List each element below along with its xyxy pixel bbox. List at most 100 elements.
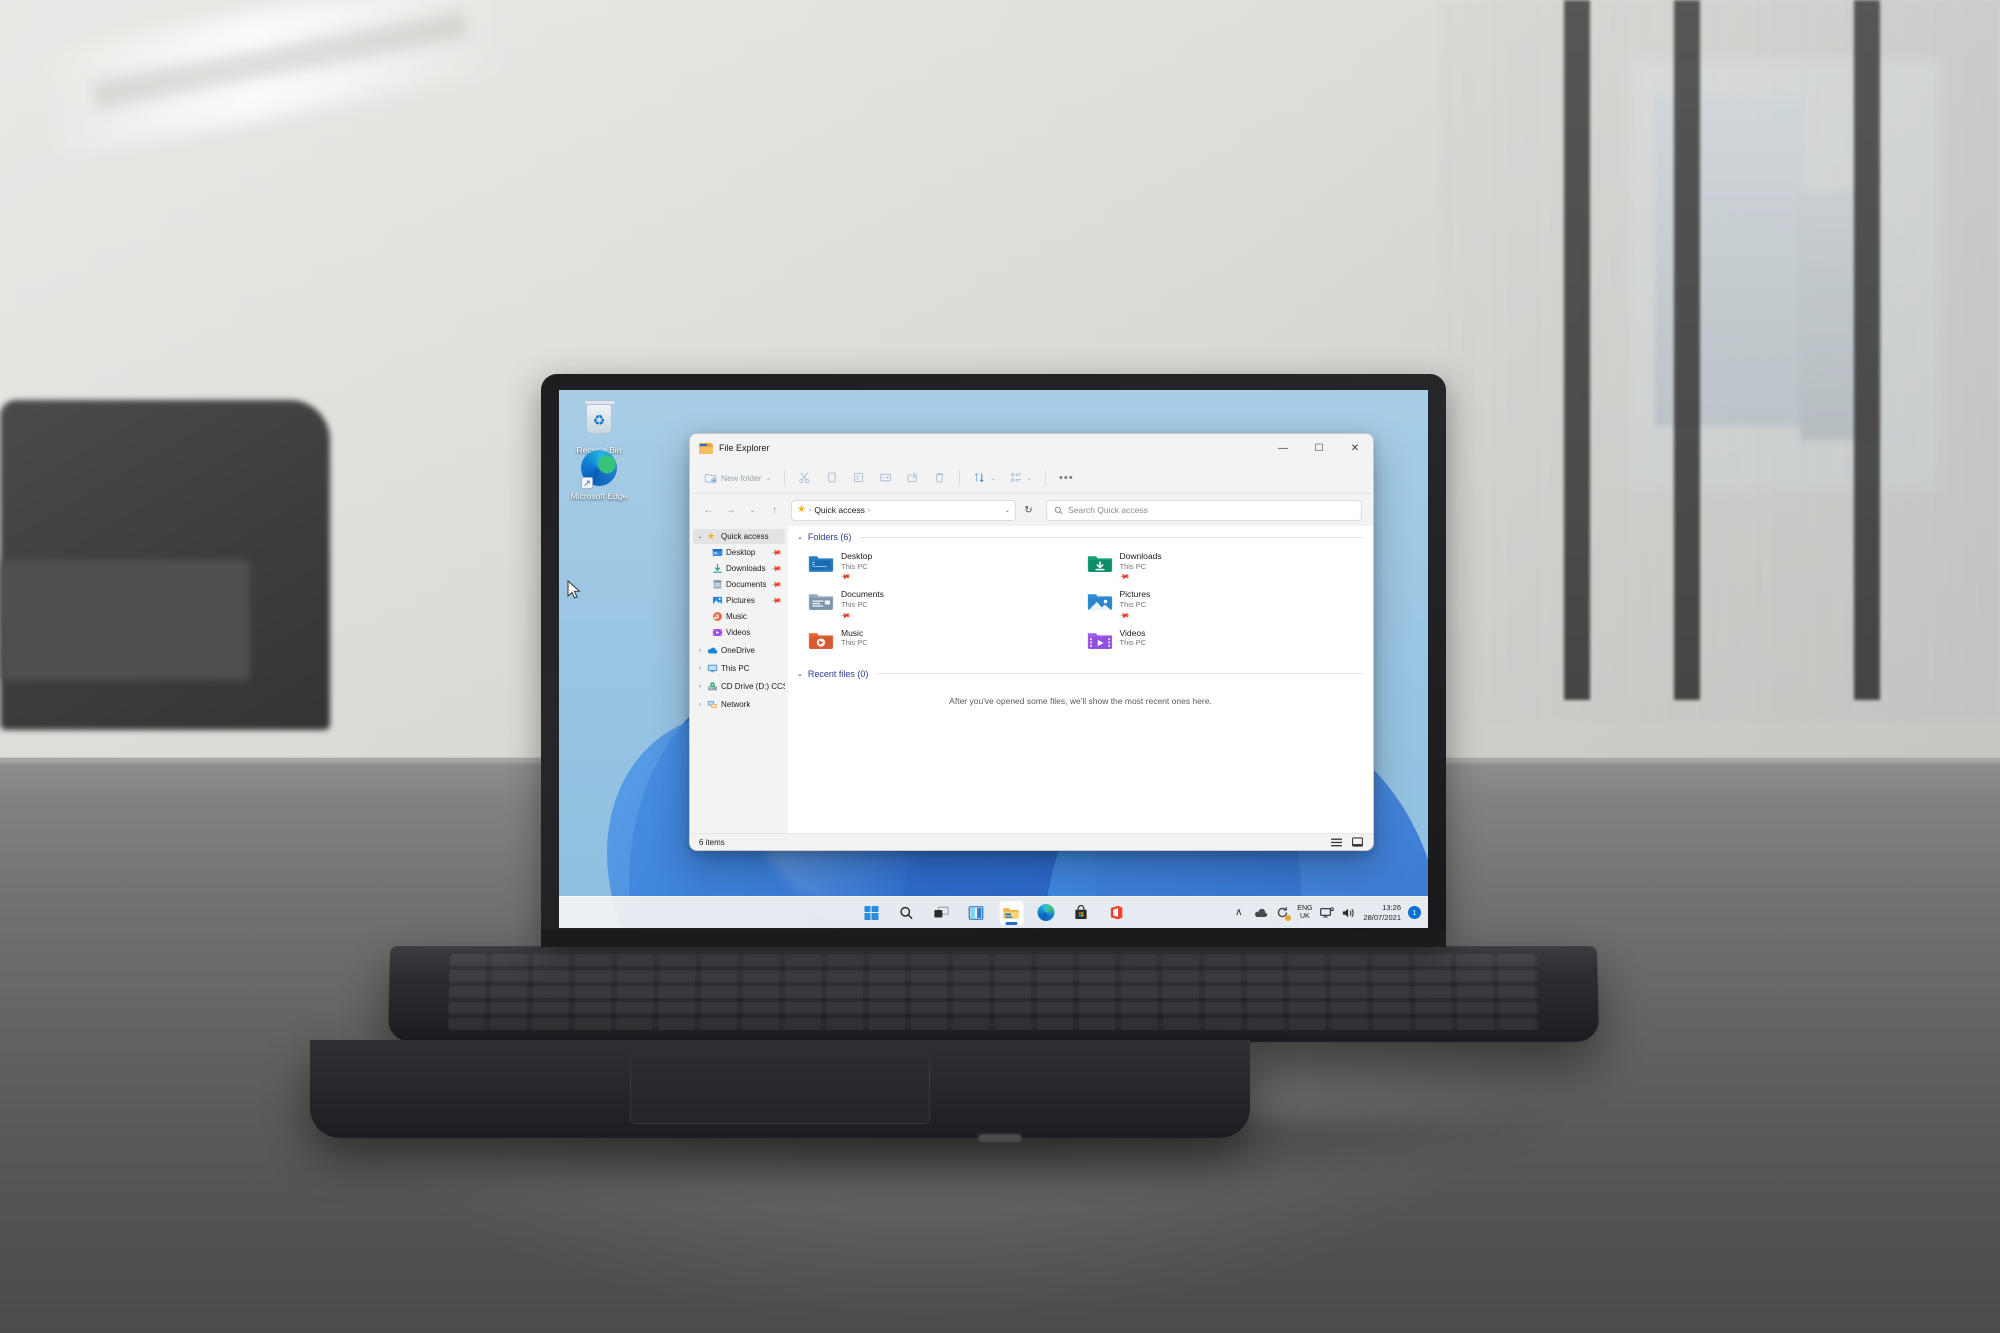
update-badge	[1285, 915, 1292, 921]
taskbar-search-button[interactable]	[894, 901, 918, 925]
large-icons-view-button[interactable]	[1351, 836, 1364, 848]
network-tray-button[interactable]	[1319, 905, 1334, 920]
folder-tile-documents[interactable]: Documents This PC 📌	[806, 585, 1085, 623]
cd-drive-icon	[707, 682, 718, 691]
folders-section-header[interactable]: ⌄ Folders (6)	[788, 526, 1373, 545]
folder-downloads-icon	[1087, 556, 1112, 572]
sidebar-item-quick-access[interactable]: ⌄ ★ Quick access	[693, 529, 785, 544]
paste-button[interactable]	[846, 466, 871, 490]
notification-badge[interactable]: 1	[1408, 906, 1421, 919]
clock-time: 13:26	[1382, 903, 1401, 913]
clock[interactable]: 13:26 28/07/2021	[1363, 903, 1401, 922]
desktop-icon-microsoft-edge[interactable]: ↗ Microsoft Edge	[567, 448, 631, 502]
sidebar-item-onedrive[interactable]: › OneDrive	[693, 643, 785, 658]
volume-tray-button[interactable]	[1341, 905, 1356, 920]
back-button[interactable]: ←	[699, 501, 718, 520]
language-line-1: ENG	[1297, 905, 1313, 913]
folder-tile-music[interactable]: Music This PC	[806, 624, 1085, 655]
breadcrumb-dropdown-icon[interactable]: ⌄	[1005, 506, 1010, 514]
share-button[interactable]	[900, 466, 925, 490]
up-button[interactable]: ↑	[765, 501, 784, 520]
sidebar-item-this-pc[interactable]: › This PC	[693, 661, 785, 676]
search-input[interactable]: Search Quick access	[1046, 499, 1362, 521]
taskbar-microsoft-store-button[interactable]	[1069, 901, 1093, 925]
sort-button[interactable]: ⌄	[967, 466, 1001, 490]
taskbar-widgets-button[interactable]	[964, 901, 988, 925]
videos-icon	[712, 629, 723, 636]
large-icons-view-icon	[1352, 837, 1363, 847]
folder-tile-videos[interactable]: Videos This PC	[1085, 624, 1364, 655]
sidebar-item-label: Quick access	[721, 532, 769, 541]
breadcrumb[interactable]: ★ › Quick access › ⌄	[791, 499, 1016, 521]
more-options-button[interactable]: •••	[1053, 466, 1080, 490]
recent-files-empty-message: After you've opened some files, we'll sh…	[949, 695, 1212, 706]
pin-icon: 📌	[839, 610, 851, 622]
window-controls: — ☐ ✕	[1265, 434, 1373, 462]
language-indicator[interactable]: ENG UK	[1297, 905, 1312, 920]
recent-locations-button[interactable]: ⌄	[743, 501, 762, 520]
details-view-button[interactable]	[1330, 836, 1343, 848]
delete-button[interactable]	[927, 466, 952, 490]
chevron-down-icon[interactable]: ⌄	[696, 533, 704, 540]
chevron-right-icon[interactable]: ›	[696, 684, 704, 690]
show-hidden-icons-button[interactable]: ∧	[1231, 905, 1246, 920]
folder-tile-downloads[interactable]: Downloads This PC 📌	[1085, 547, 1364, 585]
sidebar-item-network[interactable]: › Network	[693, 697, 785, 712]
taskbar-file-explorer-button[interactable]	[999, 900, 1023, 925]
view-toggle-group	[1330, 836, 1364, 848]
sidebar-item-label: CD Drive (D:) CCSA_	[721, 682, 785, 691]
file-explorer-window[interactable]: File Explorer — ☐ ✕ New folder ⌄ ⌄ ⌄ •••…	[689, 433, 1374, 851]
chevron-down-icon[interactable]: ⌄	[797, 533, 803, 541]
taskbar-start-button[interactable]	[859, 901, 883, 925]
system-tray: ∧ ENG UK 13:26 28/07/2021 1	[1231, 903, 1421, 922]
taskbar-microsoft-office-button[interactable]	[1104, 901, 1128, 925]
cloud-icon	[1254, 908, 1267, 917]
folder-tile-pictures[interactable]: Pictures This PC 📌	[1085, 585, 1364, 623]
sidebar-item-music[interactable]: Music	[693, 609, 785, 624]
windows-desktop[interactable]: ♻ Recycle Bin ↗ Microsoft Edge File Expl…	[559, 390, 1428, 928]
laptop-keyboard	[448, 954, 1539, 1030]
chevron-down-icon[interactable]: ⌄	[797, 670, 803, 678]
folder-location: This PC	[841, 561, 868, 571]
chevron-right-icon[interactable]: ›	[696, 666, 704, 672]
chevron-right-icon[interactable]: ›	[696, 648, 704, 654]
sidebar-item-label: Downloads	[726, 564, 766, 573]
taskbar[interactable]: ∧ ENG UK 13:26 28/07/2021 1	[559, 896, 1428, 928]
new-folder-label: New folder	[721, 472, 762, 483]
office-icon	[1110, 905, 1122, 920]
breadcrumb-current[interactable]: Quick access	[814, 505, 865, 515]
taskbar-task-view-button[interactable]	[929, 901, 953, 925]
rename-icon	[880, 473, 891, 482]
taskbar-microsoft-edge-button[interactable]	[1034, 901, 1058, 925]
recent-files-section-header[interactable]: ⌄ Recent files (0)	[788, 663, 1373, 682]
sidebar-item-downloads[interactable]: Downloads 📌	[693, 561, 785, 576]
sidebar-item-desktop[interactable]: Desktop 📌	[693, 545, 785, 560]
sidebar-item-cd-drive[interactable]: › CD Drive (D:) CCSA_	[693, 679, 785, 694]
view-button[interactable]: ⌄	[1004, 466, 1038, 490]
chevron-right-icon[interactable]: ›	[696, 702, 704, 708]
update-tray-icon[interactable]	[1275, 905, 1292, 921]
folder-name: Downloads	[1119, 551, 1162, 561]
new-folder-button[interactable]: New folder ⌄	[698, 466, 777, 490]
language-line-2: UK	[1300, 912, 1310, 920]
minimize-button[interactable]: —	[1265, 434, 1301, 462]
copy-icon	[828, 472, 836, 483]
maximize-button[interactable]: ☐	[1301, 434, 1337, 462]
sidebar-item-label: Documents	[726, 580, 767, 589]
folder-tile-desktop[interactable]: Desktop This PC 📌	[806, 547, 1085, 585]
cut-button[interactable]	[792, 466, 817, 490]
copy-button[interactable]	[819, 466, 844, 490]
refresh-button[interactable]: ↻	[1019, 501, 1038, 520]
navigation-pane[interactable]: ⌄ ★ Quick access Desktop 📌 Downloads 📌 D…	[690, 526, 788, 833]
close-button[interactable]: ✕	[1337, 434, 1373, 462]
rename-button[interactable]	[873, 466, 898, 490]
sidebar-item-videos[interactable]: Videos	[693, 625, 785, 640]
window-title-bar[interactable]: File Explorer — ☐ ✕	[690, 434, 1373, 462]
microsoft-edge-icon	[1037, 904, 1055, 921]
content-pane[interactable]: ⌄ Folders (6) Desktop This PC 📌 Download…	[788, 526, 1373, 833]
folder-icon	[1003, 907, 1019, 919]
sidebar-item-pictures[interactable]: Pictures 📌	[693, 593, 785, 608]
forward-button[interactable]: →	[721, 501, 740, 520]
onedrive-tray-icon[interactable]	[1253, 905, 1268, 920]
sidebar-item-documents[interactable]: Documents 📌	[693, 577, 785, 592]
